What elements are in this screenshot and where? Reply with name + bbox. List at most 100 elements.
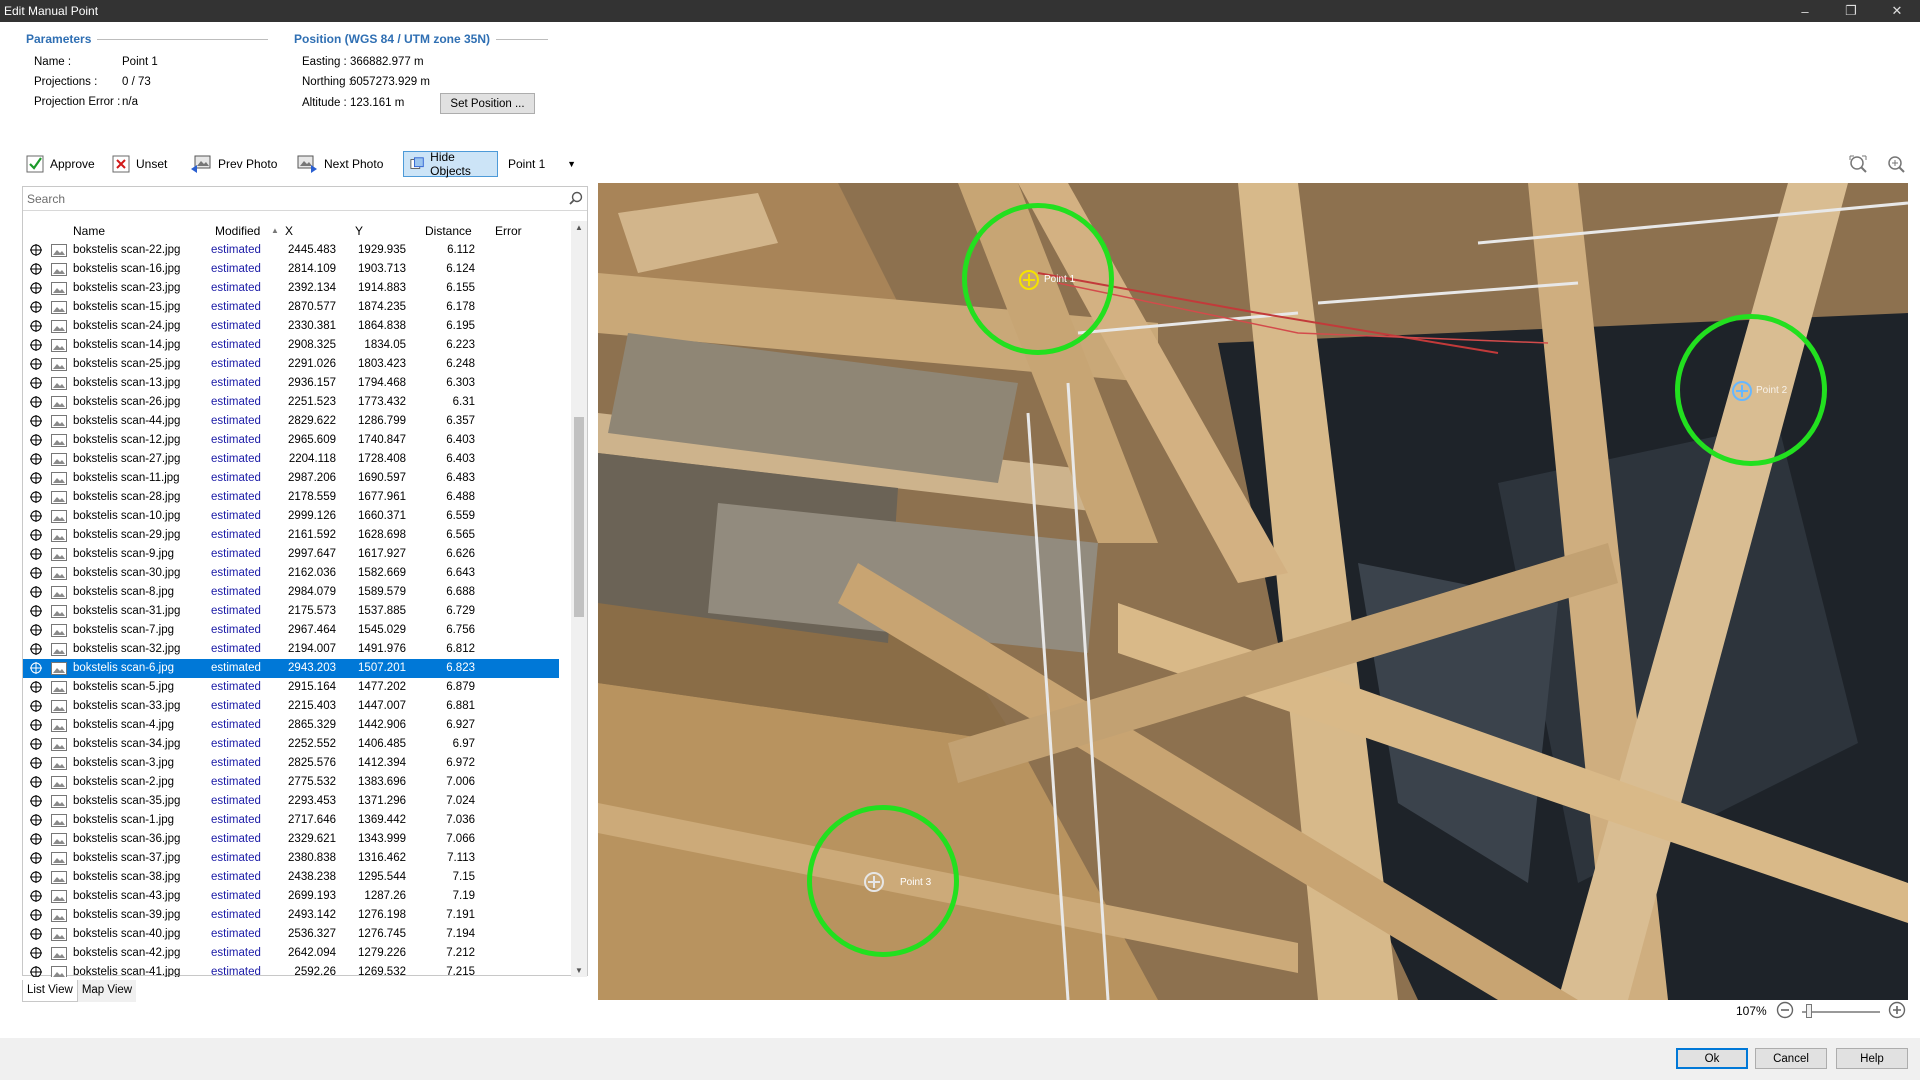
- point-select-dropdown[interactable]: Point 1 ▼: [508, 151, 576, 177]
- unset-button[interactable]: Unset: [112, 151, 167, 177]
- table-row[interactable]: bokstelis scan-34.jpg estimated 2252.552 14…: [23, 735, 559, 754]
- distance-value: 6.403: [446, 434, 475, 446]
- image-file-icon: [51, 586, 67, 602]
- zoom-slider-track[interactable]: [1802, 1011, 1880, 1013]
- column-distance[interactable]: Distance: [425, 224, 472, 238]
- table-row[interactable]: bokstelis scan-23.jpg estimated 2392.134 19…: [23, 279, 559, 298]
- zoom-in-button[interactable]: [1888, 1001, 1906, 1021]
- image-file-icon: [51, 491, 67, 507]
- cancel-button[interactable]: Cancel: [1755, 1048, 1827, 1069]
- table-row[interactable]: bokstelis scan-27.jpg estimated 2204.118 17…: [23, 450, 559, 469]
- table-row[interactable]: bokstelis scan-16.jpg estimated 2814.109 19…: [23, 260, 559, 279]
- crosshair-icon: [29, 851, 43, 868]
- search-input[interactable]: Search: [23, 187, 587, 211]
- table-row[interactable]: bokstelis scan-6.jpg estimated 2943.203 150…: [23, 659, 559, 678]
- crosshair-icon: [29, 547, 43, 564]
- tab-list-view[interactable]: List View: [22, 980, 78, 1002]
- table-row[interactable]: bokstelis scan-41.jpg estimated 2592.26 126…: [23, 963, 559, 977]
- table-row[interactable]: bokstelis scan-10.jpg estimated 2999.126 16…: [23, 507, 559, 526]
- minimize-button[interactable]: –: [1782, 0, 1828, 22]
- modified-status: estimated: [211, 510, 261, 522]
- table-row[interactable]: bokstelis scan-33.jpg estimated 2215.403 14…: [23, 697, 559, 716]
- help-button[interactable]: Help: [1836, 1048, 1908, 1069]
- zoom-in-icon: [1888, 156, 1905, 173]
- table-row[interactable]: bokstelis scan-37.jpg estimated 2380.838 13…: [23, 849, 559, 868]
- close-button[interactable]: ✕: [1874, 0, 1920, 22]
- table-row[interactable]: bokstelis scan-7.jpg estimated 2967.464 154…: [23, 621, 559, 640]
- scroll-down-icon[interactable]: ▼: [575, 966, 583, 975]
- zoom-out-button[interactable]: [1776, 1001, 1794, 1021]
- marker-point-3-crosshair[interactable]: [864, 872, 884, 892]
- table-row[interactable]: bokstelis scan-35.jpg estimated 2293.453 13…: [23, 792, 559, 811]
- table-row[interactable]: bokstelis scan-2.jpg estimated 2775.532 138…: [23, 773, 559, 792]
- table-row[interactable]: bokstelis scan-43.jpg estimated 2699.193 12…: [23, 887, 559, 906]
- table-row[interactable]: bokstelis scan-22.jpg estimated 2445.483 19…: [23, 241, 559, 260]
- list-scrollbar[interactable]: ▲ ▼: [571, 221, 587, 977]
- table-row[interactable]: bokstelis scan-42.jpg estimated 2642.094 12…: [23, 944, 559, 963]
- table-row[interactable]: bokstelis scan-24.jpg estimated 2330.381 18…: [23, 317, 559, 336]
- table-row[interactable]: bokstelis scan-9.jpg estimated 2997.647 161…: [23, 545, 559, 564]
- hide-objects-toggle[interactable]: Hide Objects: [403, 150, 498, 178]
- table-row[interactable]: bokstelis scan-4.jpg estimated 2865.329 144…: [23, 716, 559, 735]
- x-value: 2330.381: [288, 320, 336, 332]
- crosshair-icon: [29, 300, 43, 317]
- image-viewer[interactable]: Point 1 Point 2 Point 3: [598, 183, 1908, 1000]
- crosshair-icon: [29, 585, 43, 602]
- set-position-button[interactable]: Set Position ...: [440, 93, 535, 114]
- table-row[interactable]: bokstelis scan-39.jpg estimated 2493.142 12…: [23, 906, 559, 925]
- column-name[interactable]: Name: [73, 224, 105, 238]
- file-name: bokstelis scan-1.jpg: [73, 814, 174, 826]
- approve-button[interactable]: Approve: [26, 151, 95, 177]
- table-row[interactable]: bokstelis scan-26.jpg estimated 2251.523 17…: [23, 393, 559, 412]
- table-row[interactable]: bokstelis scan-12.jpg estimated 2965.609 17…: [23, 431, 559, 450]
- table-row[interactable]: bokstelis scan-44.jpg estimated 2829.622 12…: [23, 412, 559, 431]
- restore-button[interactable]: ❐: [1828, 0, 1874, 22]
- table-row[interactable]: bokstelis scan-28.jpg estimated 2178.559 16…: [23, 488, 559, 507]
- scrollbar-thumb[interactable]: [574, 417, 584, 617]
- prev-photo-button[interactable]: Prev Photo: [190, 151, 277, 177]
- table-row[interactable]: bokstelis scan-38.jpg estimated 2438.238 12…: [23, 868, 559, 887]
- next-photo-button[interactable]: Next Photo: [296, 151, 383, 177]
- table-row[interactable]: bokstelis scan-14.jpg estimated 2908.325 18…: [23, 336, 559, 355]
- file-name: bokstelis scan-8.jpg: [73, 586, 174, 598]
- y-value: 1316.462: [358, 852, 406, 864]
- modified-status: estimated: [211, 339, 261, 351]
- table-row[interactable]: bokstelis scan-8.jpg estimated 2984.079 158…: [23, 583, 559, 602]
- table-row[interactable]: bokstelis scan-15.jpg estimated 2870.577 18…: [23, 298, 559, 317]
- table-row[interactable]: bokstelis scan-36.jpg estimated 2329.621 13…: [23, 830, 559, 849]
- table-row[interactable]: bokstelis scan-3.jpg estimated 2825.576 141…: [23, 754, 559, 773]
- table-row[interactable]: bokstelis scan-29.jpg estimated 2161.592 16…: [23, 526, 559, 545]
- file-name: bokstelis scan-40.jpg: [73, 928, 181, 940]
- column-y[interactable]: Y: [355, 224, 363, 238]
- search-icon[interactable]: [569, 191, 583, 205]
- table-row[interactable]: bokstelis scan-5.jpg estimated 2915.164 147…: [23, 678, 559, 697]
- crosshair-icon: [29, 775, 43, 792]
- ok-button[interactable]: Ok: [1676, 1048, 1748, 1069]
- fit-view-button[interactable]: [1848, 151, 1868, 177]
- column-modified[interactable]: Modified: [215, 224, 260, 238]
- file-name: bokstelis scan-41.jpg: [73, 966, 181, 977]
- image-file-icon: [51, 966, 67, 977]
- table-row[interactable]: bokstelis scan-32.jpg estimated 2194.007 14…: [23, 640, 559, 659]
- table-row[interactable]: bokstelis scan-25.jpg estimated 2291.026 18…: [23, 355, 559, 374]
- table-row[interactable]: bokstelis scan-1.jpg estimated 2717.646 136…: [23, 811, 559, 830]
- y-value: 1617.927: [358, 548, 406, 560]
- table-row[interactable]: bokstelis scan-13.jpg estimated 2936.157 17…: [23, 374, 559, 393]
- image-file-icon: [51, 681, 67, 697]
- marker-point-2-crosshair[interactable]: [1732, 381, 1752, 401]
- next-photo-label: Next Photo: [324, 157, 384, 171]
- y-value: 1276.745: [358, 928, 406, 940]
- y-value: 1834.05: [364, 339, 406, 351]
- column-x[interactable]: X: [285, 224, 293, 238]
- zoom-slider-thumb[interactable]: [1806, 1004, 1812, 1018]
- scroll-up-icon[interactable]: ▲: [575, 223, 583, 232]
- image-file-icon: [51, 339, 67, 355]
- table-row[interactable]: bokstelis scan-40.jpg estimated 2536.327 12…: [23, 925, 559, 944]
- table-row[interactable]: bokstelis scan-31.jpg estimated 2175.573 15…: [23, 602, 559, 621]
- zoom-in-tool-button[interactable]: [1886, 151, 1906, 177]
- table-row[interactable]: bokstelis scan-11.jpg estimated 2987.206 16…: [23, 469, 559, 488]
- column-error[interactable]: Error: [495, 224, 522, 238]
- marker-point-1-crosshair[interactable]: [1019, 270, 1039, 290]
- tab-map-view[interactable]: Map View: [77, 980, 137, 1002]
- table-row[interactable]: bokstelis scan-30.jpg estimated 2162.036 15…: [23, 564, 559, 583]
